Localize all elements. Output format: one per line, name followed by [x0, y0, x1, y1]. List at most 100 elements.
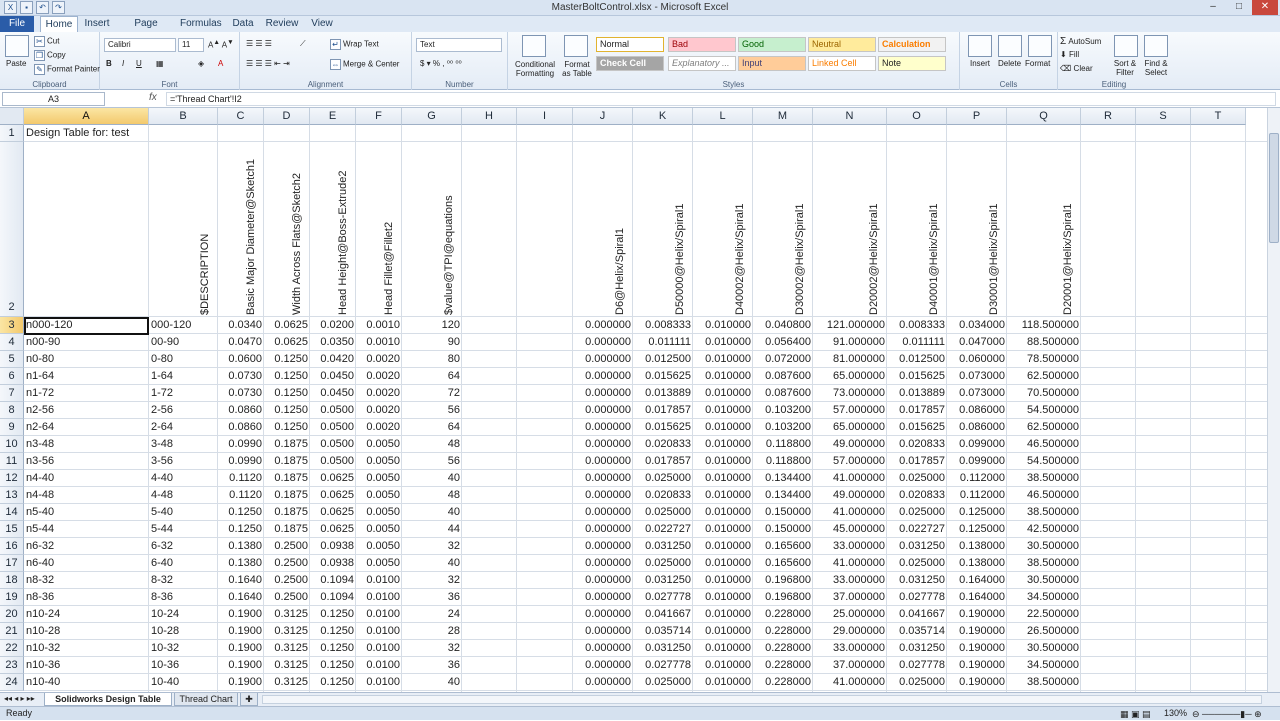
cell-O13[interactable]: 0.020833: [887, 487, 947, 504]
column-header-T[interactable]: T: [1191, 108, 1246, 125]
cell-A16[interactable]: n6-32: [24, 538, 149, 555]
cell-B23[interactable]: 10-36: [149, 657, 218, 674]
tab-home[interactable]: Home: [40, 16, 78, 32]
align-top-icon[interactable]: ☰ ☰ ☰: [246, 39, 272, 48]
cell-J22[interactable]: 0.000000: [573, 640, 633, 657]
cell-M17[interactable]: 0.165600: [753, 555, 813, 572]
cell-F17[interactable]: 0.0050: [356, 555, 402, 572]
view-buttons-icon[interactable]: ▦ ▣ ▤: [1120, 708, 1151, 721]
header-q[interactable]: D20001@Helix/Spiral1: [1061, 204, 1075, 315]
cell-O24[interactable]: 0.025000: [887, 674, 947, 691]
cell-K12[interactable]: 0.025000: [633, 470, 693, 487]
cell-B7[interactable]: 1-72: [149, 385, 218, 402]
cell-B9[interactable]: 2-64: [149, 419, 218, 436]
cell-F24[interactable]: 0.0100: [356, 674, 402, 691]
cell-P3[interactable]: 0.034000: [947, 317, 1007, 334]
cell-F7[interactable]: 0.0020: [356, 385, 402, 402]
cell-O8[interactable]: 0.017857: [887, 402, 947, 419]
column-header-O[interactable]: O: [887, 108, 947, 125]
cell-D24[interactable]: 0.3125: [264, 674, 310, 691]
cell-A17[interactable]: n6-40: [24, 555, 149, 572]
cell-Q13[interactable]: 46.500000: [1007, 487, 1081, 504]
clear-button[interactable]: ⌫ Clear: [1060, 64, 1093, 73]
cell-P6[interactable]: 0.073000: [947, 368, 1007, 385]
cell-E14[interactable]: 0.0625: [310, 504, 356, 521]
cell-F21[interactable]: 0.0100: [356, 623, 402, 640]
cell-K9[interactable]: 0.015625: [633, 419, 693, 436]
column-header-D[interactable]: D: [264, 108, 310, 125]
cell-Q23[interactable]: 34.500000: [1007, 657, 1081, 674]
cell-E20[interactable]: 0.1250: [310, 606, 356, 623]
select-all-corner[interactable]: [0, 108, 24, 125]
cell-A20[interactable]: n10-24: [24, 606, 149, 623]
cell-K17[interactable]: 0.025000: [633, 555, 693, 572]
paste-button[interactable]: Paste: [6, 59, 26, 68]
cell-E23[interactable]: 0.1250: [310, 657, 356, 674]
style-bad[interactable]: Bad: [668, 37, 736, 52]
cell-P16[interactable]: 0.138000: [947, 538, 1007, 555]
row-header-1[interactable]: 1: [0, 125, 24, 142]
cell-N5[interactable]: 81.000000: [813, 351, 887, 368]
cell-M12[interactable]: 0.134400: [753, 470, 813, 487]
cell-Q15[interactable]: 42.500000: [1007, 521, 1081, 538]
row-header-18[interactable]: 18: [0, 572, 24, 589]
cell-L11[interactable]: 0.010000: [693, 453, 753, 470]
cell-Q6[interactable]: 62.500000: [1007, 368, 1081, 385]
cell-A13[interactable]: n4-48: [24, 487, 149, 504]
cell-A15[interactable]: n5-44: [24, 521, 149, 538]
cell-G14[interactable]: 40: [402, 504, 462, 521]
align-left-icon[interactable]: ☰ ☰ ☰ ⇤ ⇥: [246, 59, 290, 68]
row-header-20[interactable]: 20: [0, 606, 24, 623]
cell-D12[interactable]: 0.1875: [264, 470, 310, 487]
cell-O10[interactable]: 0.020833: [887, 436, 947, 453]
cell-G22[interactable]: 32: [402, 640, 462, 657]
cell-K14[interactable]: 0.025000: [633, 504, 693, 521]
header-b[interactable]: $DESCRIPTION: [198, 234, 212, 315]
cell-Q20[interactable]: 22.500000: [1007, 606, 1081, 623]
cell-D11[interactable]: 0.1875: [264, 453, 310, 470]
row-header-21[interactable]: 21: [0, 623, 24, 640]
cell-L14[interactable]: 0.010000: [693, 504, 753, 521]
delete-cells-button[interactable]: Delete: [998, 59, 1021, 68]
row-header-23[interactable]: 23: [0, 657, 24, 674]
cell-D7[interactable]: 0.1250: [264, 385, 310, 402]
cell-D20[interactable]: 0.3125: [264, 606, 310, 623]
cell-E16[interactable]: 0.0938: [310, 538, 356, 555]
style-calculation[interactable]: Calculation: [878, 37, 946, 52]
cell-P11[interactable]: 0.099000: [947, 453, 1007, 470]
format-painter-button[interactable]: ✎ Format Painter: [34, 64, 100, 75]
cell-D9[interactable]: 0.1250: [264, 419, 310, 436]
number-format-select[interactable]: Text: [416, 38, 502, 52]
cell-J18[interactable]: 0.000000: [573, 572, 633, 589]
cell-E15[interactable]: 0.0625: [310, 521, 356, 538]
cell-M22[interactable]: 0.228000: [753, 640, 813, 657]
cell-A14[interactable]: n5-40: [24, 504, 149, 521]
cell-B16[interactable]: 6-32: [149, 538, 218, 555]
cell-G24[interactable]: 40: [402, 674, 462, 691]
row-header-12[interactable]: 12: [0, 470, 24, 487]
cell-Q16[interactable]: 30.500000: [1007, 538, 1081, 555]
fill-button[interactable]: ⬇ Fill: [1060, 50, 1079, 59]
cell-L7[interactable]: 0.010000: [693, 385, 753, 402]
cell-Q22[interactable]: 30.500000: [1007, 640, 1081, 657]
cell-A19[interactable]: n8-36: [24, 589, 149, 606]
cell-J20[interactable]: 0.000000: [573, 606, 633, 623]
cell-B12[interactable]: 4-40: [149, 470, 218, 487]
format-cells-button[interactable]: Format: [1025, 59, 1050, 68]
cell-F19[interactable]: 0.0100: [356, 589, 402, 606]
cell-P5[interactable]: 0.060000: [947, 351, 1007, 368]
cell-L20[interactable]: 0.010000: [693, 606, 753, 623]
row-header-7[interactable]: 7: [0, 385, 24, 402]
cell-M13[interactable]: 0.134400: [753, 487, 813, 504]
cell-N8[interactable]: 57.000000: [813, 402, 887, 419]
cell-E19[interactable]: 0.1094: [310, 589, 356, 606]
zoom-level[interactable]: 130%: [1164, 707, 1187, 720]
cell-Q3[interactable]: 118.500000: [1007, 317, 1081, 334]
wrap-text-button[interactable]: ↵ Wrap Text: [330, 39, 379, 50]
cell-G16[interactable]: 32: [402, 538, 462, 555]
minimize-icon[interactable]: –: [1200, 0, 1226, 15]
cell-L21[interactable]: 0.010000: [693, 623, 753, 640]
cell-D3[interactable]: 0.0625: [264, 317, 310, 334]
style-check-cell[interactable]: Check Cell: [596, 56, 664, 71]
cell-M9[interactable]: 0.103200: [753, 419, 813, 436]
